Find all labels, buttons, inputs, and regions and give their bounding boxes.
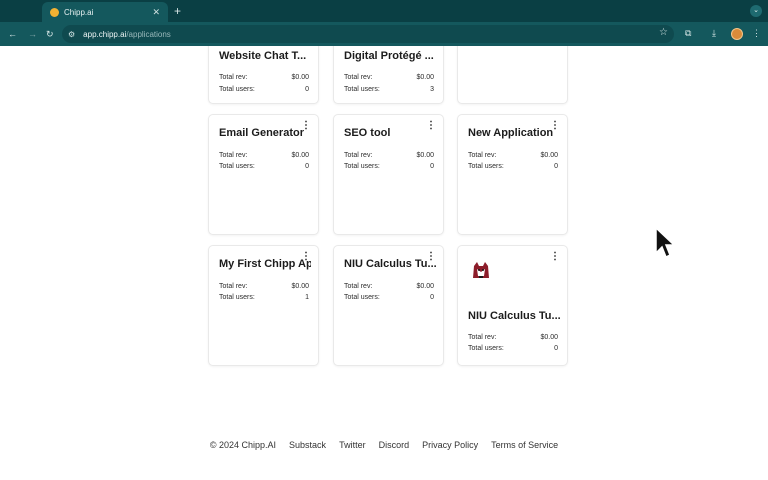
app-card[interactable]: My First Chipp Ap ⋮ Total rev: $0.00 Tota… bbox=[208, 245, 319, 366]
extensions-icon[interactable]: ⧉ bbox=[685, 28, 691, 39]
app-name: New Application bbox=[468, 127, 554, 139]
app-name: Website Chat T... bbox=[219, 50, 307, 62]
app-card[interactable]: NIU Calculus Tu... ⋮ Total rev: $0.00 Tot… bbox=[333, 245, 444, 366]
kebab-menu-icon[interactable]: ⋮ bbox=[301, 252, 311, 262]
app-name: My First Chipp Ap bbox=[219, 258, 311, 270]
back-icon[interactable]: ← bbox=[8, 22, 17, 46]
app-name: Digital Protégé ... bbox=[344, 50, 434, 62]
app-card[interactable]: Website Chat T... Total rev: $0.00 Total … bbox=[208, 46, 319, 104]
footer-link-discord[interactable]: Discord bbox=[379, 440, 410, 450]
app-card[interactable]: Email Generator ⋮ Total rev: $0.00 Total … bbox=[208, 114, 319, 235]
users-row: Total users: 0 bbox=[344, 294, 434, 301]
users-row: Total users: 3 bbox=[344, 86, 434, 93]
rev-row: Total rev: $0.00 bbox=[468, 334, 558, 341]
kebab-menu-icon[interactable]: ⋮ bbox=[426, 121, 436, 131]
app-name: Email Generator bbox=[219, 127, 304, 139]
copyright-text: © 2024 Chipp.AI bbox=[209, 440, 277, 450]
close-tab-icon[interactable]: ✕ bbox=[152, 7, 160, 18]
rev-row: Total rev: $0.00 bbox=[344, 74, 434, 81]
address-bar[interactable]: ⚙ app.chipp.ai /applications ☆ bbox=[62, 25, 674, 43]
app-card[interactable]: Digital Protégé ... Total rev: $0.00 Tota… bbox=[333, 46, 444, 104]
users-row: Total users: 0 bbox=[468, 163, 558, 170]
app-name: NIU Calculus Tu... bbox=[468, 310, 560, 322]
footer-link-terms[interactable]: Terms of Service bbox=[491, 440, 558, 450]
app-card[interactable]: New Application ⋮ Total rev: $0.00 Total … bbox=[457, 114, 568, 235]
browser-tab-strip: Chipp.ai ✕ + ⌄ bbox=[0, 0, 768, 22]
tab-title: Chipp.ai bbox=[64, 7, 94, 17]
footer: © 2024 Chipp.AI Substack Twitter Discord… bbox=[0, 440, 768, 450]
app-card[interactable]: SEO tool ⋮ Total rev: $0.00 Total users: 0 bbox=[333, 114, 444, 235]
users-row: Total users: 0 bbox=[344, 163, 434, 170]
applications-page: Website Chat T... Total rev: $0.00 Total … bbox=[0, 46, 768, 480]
bookmark-star-icon[interactable]: ☆ bbox=[659, 27, 668, 38]
users-row: Total users: 0 bbox=[219, 163, 309, 170]
app-card[interactable]: ⋮ NIU Calculus Tu... Total rev: $0.00 Tot… bbox=[457, 245, 568, 366]
husky-logo-icon bbox=[473, 262, 489, 278]
download-icon[interactable]: ⤓ bbox=[712, 28, 716, 39]
mouse-pointer-icon bbox=[655, 227, 675, 259]
kebab-menu-icon[interactable]: ⋮ bbox=[301, 121, 311, 131]
rev-row: Total rev: $0.00 bbox=[219, 74, 309, 81]
rev-row: Total rev: $0.00 bbox=[219, 152, 309, 159]
browser-menu-icon[interactable]: ⋮ bbox=[752, 28, 761, 39]
app-name: NIU Calculus Tu... bbox=[344, 258, 436, 270]
rev-row: Total rev: $0.00 bbox=[344, 152, 434, 159]
site-settings-icon[interactable]: ⚙ bbox=[68, 30, 75, 39]
forward-icon[interactable]: → bbox=[28, 22, 37, 46]
rev-row: Total rev: $0.00 bbox=[219, 283, 309, 290]
url-host: app.chipp.ai bbox=[83, 29, 127, 39]
profile-avatar[interactable] bbox=[731, 28, 743, 40]
users-row: Total users: 1 bbox=[219, 294, 309, 301]
footer-link-privacy[interactable]: Privacy Policy bbox=[422, 440, 478, 450]
tab-search-icon[interactable]: ⌄ bbox=[750, 5, 762, 17]
kebab-menu-icon[interactable]: ⋮ bbox=[426, 252, 436, 262]
users-row: Total users: 0 bbox=[468, 345, 558, 352]
rev-row: Total rev: $0.00 bbox=[344, 283, 434, 290]
browser-toolbar: ← → ↻ ⚙ app.chipp.ai /applications ☆ ⧉ ⤓… bbox=[0, 22, 768, 46]
app-name: SEO tool bbox=[344, 127, 391, 139]
kebab-menu-icon[interactable]: ⋮ bbox=[550, 252, 560, 262]
browser-tab[interactable]: Chipp.ai ✕ bbox=[42, 2, 168, 22]
new-tab-icon[interactable]: + bbox=[174, 4, 181, 18]
footer-link-substack[interactable]: Substack bbox=[289, 440, 326, 450]
rev-row: Total rev: $0.00 bbox=[468, 152, 558, 159]
reload-icon[interactable]: ↻ bbox=[46, 22, 54, 46]
url-path: /applications bbox=[126, 29, 171, 39]
users-row: Total users: 0 bbox=[219, 86, 309, 93]
tab-favicon-icon bbox=[50, 7, 59, 17]
footer-link-twitter[interactable]: Twitter bbox=[339, 440, 366, 450]
kebab-menu-icon[interactable]: ⋮ bbox=[550, 121, 560, 131]
app-card[interactable] bbox=[457, 46, 568, 104]
